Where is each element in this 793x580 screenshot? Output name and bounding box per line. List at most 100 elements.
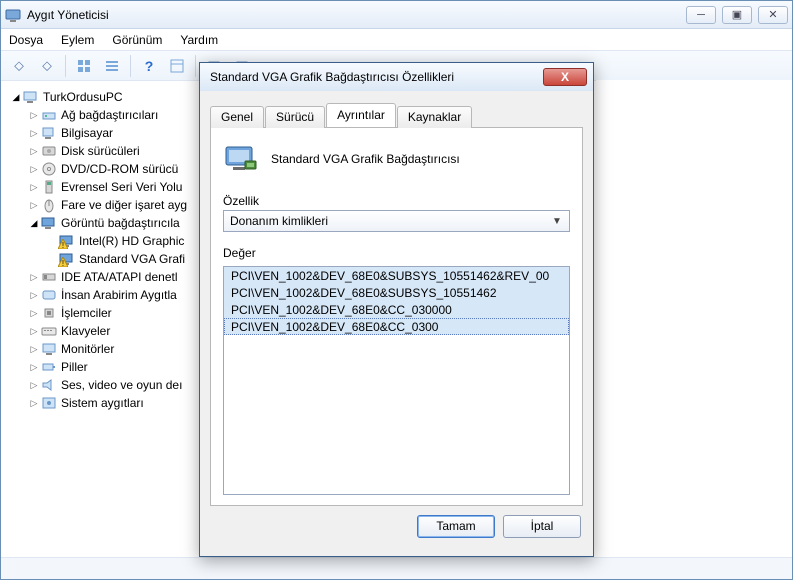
snd-icon <box>41 377 57 393</box>
minimize-button[interactable]: ─ <box>686 6 716 24</box>
value-listbox[interactable]: PCI\VEN_1002&DEV_68E0&SUBSYS_10551462&RE… <box>223 266 570 495</box>
toolbar-sep <box>65 55 66 77</box>
expand-icon[interactable]: ▷ <box>27 272 41 283</box>
tree-item-label: Klavyeler <box>61 324 110 338</box>
help-button[interactable]: ? <box>137 54 161 78</box>
tree-item-label: Ses, video ve oyun deı <box>61 378 182 392</box>
tree-item-label: Standard VGA Grafi <box>79 252 185 266</box>
display-adapter-icon <box>223 141 259 177</box>
window-title: Aygıt Yöneticisi <box>27 8 686 22</box>
expand-icon[interactable]: ▷ <box>27 164 41 175</box>
tree-item-label: Görüntü bağdaştırıcıla <box>61 216 180 230</box>
pc-icon <box>41 125 57 141</box>
list-item[interactable]: PCI\VEN_1002&DEV_68E0&CC_030000 <box>224 301 569 318</box>
tab-resources[interactable]: Kaynaklar <box>397 106 472 128</box>
expand-icon[interactable]: ▷ <box>27 128 41 139</box>
tree-item-label: Bilgisayar <box>61 126 113 140</box>
svg-text:!: ! <box>62 241 64 249</box>
menu-action[interactable]: Eylem <box>61 33 94 47</box>
tree-item-label: İşlemciler <box>61 306 112 320</box>
expand-icon[interactable]: ▷ <box>27 146 41 157</box>
tree-item-label: Monitörler <box>61 342 114 356</box>
dialog-title: Standard VGA Grafik Bağdaştırıcısı Özell… <box>210 70 543 84</box>
expand-icon[interactable]: ▷ <box>27 110 41 121</box>
tab-general[interactable]: Genel <box>210 106 264 128</box>
expand-icon[interactable]: ▷ <box>27 200 41 211</box>
mon-icon <box>41 341 57 357</box>
dialog-titlebar: Standard VGA Grafik Bağdaştırıcısı Özell… <box>200 63 593 91</box>
view-list-button[interactable] <box>100 54 124 78</box>
nav-back-button[interactable]: ⬦ <box>7 54 31 78</box>
kb-icon <box>41 323 57 339</box>
expand-icon[interactable]: ▷ <box>27 362 41 373</box>
svg-text:!: ! <box>62 259 64 267</box>
nav-fwd-button[interactable]: ⬦ <box>35 54 59 78</box>
expand-icon[interactable]: ▷ <box>27 344 41 355</box>
disk-icon <box>41 143 57 159</box>
tab-row: Genel Sürücü Ayrıntılar Kaynaklar <box>210 103 583 127</box>
titlebar: Aygıt Yöneticisi ─ ▣ ✕ <box>1 1 792 29</box>
tree-item-label: Sistem aygıtları <box>61 396 144 410</box>
display-icon: ! <box>59 251 75 267</box>
menu-file[interactable]: Dosya <box>9 33 43 47</box>
expand-icon[interactable]: ▷ <box>27 326 41 337</box>
statusbar <box>1 557 792 579</box>
menu-view[interactable]: Görünüm <box>112 33 162 47</box>
tree-item-label: Fare ve diğer işaret ayg <box>61 198 187 212</box>
device-name: Standard VGA Grafik Bağdaştırıcısı <box>271 152 460 166</box>
chevron-down-icon: ▼ <box>549 214 565 228</box>
device-header: Standard VGA Grafik Bağdaştırıcısı <box>223 138 570 180</box>
tree-item-label: İnsan Arabirim Aygıtla <box>61 288 177 302</box>
property-combo[interactable]: Donanım kimlikleri ▼ <box>223 210 570 232</box>
cancel-button[interactable]: İptal <box>503 515 581 538</box>
tree-item-label: IDE ATA/ATAPI denetl <box>61 270 178 284</box>
content-blank <box>596 80 792 555</box>
view-details-button[interactable] <box>165 54 189 78</box>
properties-dialog: Standard VGA Grafik Bağdaştırıcısı Özell… <box>199 62 594 557</box>
value-label: Değer <box>223 246 570 260</box>
tree-item-label: DVD/CD-ROM sürücü <box>61 162 178 176</box>
net-icon <box>41 107 57 123</box>
toolbar-sep <box>195 55 196 77</box>
list-item[interactable]: PCI\VEN_1002&DEV_68E0&SUBSYS_10551462 <box>224 284 569 301</box>
menu-help[interactable]: Yardım <box>180 33 218 47</box>
tree-root-label: TurkOrdusuPC <box>43 90 123 104</box>
tree-item-label: Evrensel Seri Veri Yolu <box>61 180 182 194</box>
ok-button[interactable]: Tamam <box>417 515 495 538</box>
expand-icon[interactable]: ▷ <box>27 380 41 391</box>
usb-icon <box>41 179 57 195</box>
expand-icon[interactable]: ▷ <box>27 308 41 319</box>
computer-icon <box>23 89 39 105</box>
tab-details[interactable]: Ayrıntılar <box>326 103 396 127</box>
window-buttons: ─ ▣ ✕ <box>686 6 788 24</box>
list-item[interactable]: PCI\VEN_1002&DEV_68E0&CC_0300 <box>224 318 569 335</box>
expand-icon[interactable]: ▷ <box>27 182 41 193</box>
display-icon <box>41 215 57 231</box>
toolbar-sep <box>130 55 131 77</box>
tree-item-label: Intel(R) HD Graphic <box>79 234 184 248</box>
ide-icon <box>41 269 57 285</box>
display-icon: ! <box>59 233 75 249</box>
maximize-button[interactable]: ▣ <box>722 6 752 24</box>
tree-item-label: Ağ bağdaştırıcıları <box>61 108 158 122</box>
expand-icon[interactable]: ▷ <box>27 398 41 409</box>
menubar: Dosya Eylem Görünüm Yardım <box>1 29 792 51</box>
hid-icon <box>41 287 57 303</box>
close-button[interactable]: ✕ <box>758 6 788 24</box>
expand-icon[interactable]: ◢ <box>27 218 41 229</box>
tab-panel-details: Standard VGA Grafik Bağdaştırıcısı Özell… <box>210 127 583 506</box>
view-grid-button[interactable] <box>72 54 96 78</box>
cpu-icon <box>41 305 57 321</box>
tree-item-label: Disk sürücüleri <box>61 144 140 158</box>
cd-icon <box>41 161 57 177</box>
list-item[interactable]: PCI\VEN_1002&DEV_68E0&SUBSYS_10551462&RE… <box>224 267 569 284</box>
property-combo-value: Donanım kimlikleri <box>230 214 328 228</box>
expand-icon[interactable]: ◢ <box>9 92 23 103</box>
dialog-buttons: Tamam İptal <box>210 506 583 546</box>
property-label: Özellik <box>223 194 570 208</box>
sys-icon <box>41 395 57 411</box>
dialog-close-button[interactable]: X <box>543 68 587 86</box>
expand-icon[interactable]: ▷ <box>27 290 41 301</box>
tab-driver[interactable]: Sürücü <box>265 106 325 128</box>
dialog-body: Genel Sürücü Ayrıntılar Kaynaklar Standa… <box>200 91 593 556</box>
